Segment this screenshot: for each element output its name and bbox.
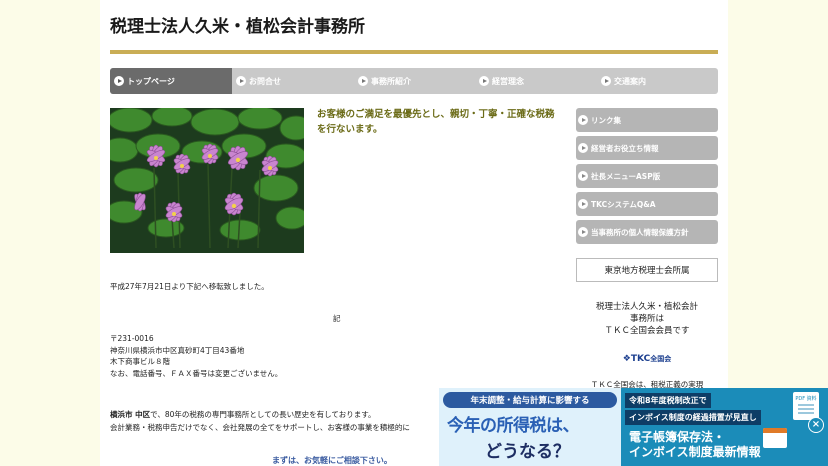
sidebar-item-label: 社長メニューASP版 (591, 171, 661, 181)
intro-line-1: で、80年の税務の専門事務所としての長い歴史を有しております。 (150, 410, 376, 419)
postal-code: 〒231-0016 (110, 334, 154, 343)
ad-right-line-2: インボイス制度の経過措置が見直し (625, 410, 761, 425)
sidebar-item-president-menu[interactable]: 社長メニューASP版 (576, 164, 718, 188)
nav-item-top[interactable]: トップページ (110, 68, 232, 94)
ad-left-headline-1: 今年の所得税は、 (447, 416, 580, 436)
address-line-1: 神奈川県横浜市中区真砂町4丁目43番地 (110, 345, 245, 355)
circle-arrow-right-icon (358, 76, 368, 86)
intro-city: 横浜市 中区 (110, 410, 151, 419)
consult-cta: まずは、お気軽にご相談下さい。 (272, 456, 392, 465)
calendar-icon (763, 428, 787, 448)
ad-invoice-system[interactable]: 令和8年度税制改正で インボイス制度の経過措置が見直し 電子帳簿保存法・ インボ… (621, 388, 828, 466)
tkc-member-text: 税理士法人久米・植松会計 事務所は ＴＫＣ全国会会員です (576, 301, 718, 337)
nav-item-contact[interactable]: お問合せ (232, 68, 354, 94)
nav-label: お問合せ (249, 76, 281, 86)
sidebar-item-privacy-policy[interactable]: 当事務所の個人情報保護方針 (576, 220, 718, 244)
sidebar-item-useful-info[interactable]: 経営者お役立ち情報 (576, 136, 718, 160)
document-icon: PDF 資料 (793, 392, 819, 420)
member-line-2: 事務所は (629, 314, 664, 324)
tkc-logo-sub: 全国会 (650, 355, 672, 363)
circle-arrow-right-icon (578, 227, 588, 237)
sidebar-item-label: リンク集 (591, 115, 621, 125)
nav-item-philosophy[interactable]: 経営理念 (475, 68, 597, 94)
ad-right-headline-2: インボイス制度最新情報 (629, 445, 761, 459)
circle-arrow-right-icon (578, 115, 588, 125)
ad-banner[interactable]: 年末調整・給与計算に影響する 今年の所得税は、 どうなる？ 令和8年度税制改正で… (439, 388, 828, 466)
circle-arrow-right-icon (578, 199, 588, 209)
sidebar-item-label: 経営者お役立ち情報 (591, 143, 659, 153)
circle-arrow-right-icon (601, 76, 611, 86)
title-divider (110, 50, 718, 54)
ad-right-headline-1: 電子帳簿保存法・ (629, 430, 726, 444)
intro-line-2: 会計業務・税務申告だけでなく、会社発展の全てをサポートし、お客様の事業を積極的に (110, 422, 410, 432)
circle-arrow-right-icon (236, 76, 246, 86)
nav-label: 経営理念 (492, 76, 524, 86)
nav-label: 交通案内 (614, 76, 646, 86)
close-icon[interactable]: × (808, 417, 824, 433)
nav-label: 事務所紹介 (371, 76, 411, 86)
site-title[interactable]: 税理士法人久米・植松会計事務所 (110, 12, 365, 37)
circle-arrow-right-icon (578, 143, 588, 153)
sidebar-nav: リンク集 経営者お役立ち情報 社長メニューASP版 TKCシステムQ&A 当事務… (576, 108, 718, 248)
member-line-1: 税理士法人久米・植松会計 (595, 302, 698, 312)
sidebar-item-tkc-qa[interactable]: TKCシステムQ&A (576, 192, 718, 216)
ki-mark: 記 (333, 314, 341, 323)
ad-income-tax[interactable]: 年末調整・給与計算に影響する 今年の所得税は、 どうなる？ (439, 388, 621, 466)
ad-right-line-1: 令和8年度税制改正で (625, 393, 711, 408)
sidebar-item-label: TKCシステムQ&A (591, 199, 656, 209)
tkc-mark-icon: ❖ (622, 354, 631, 364)
circle-arrow-right-icon (479, 76, 489, 86)
water-lily-illustration (110, 108, 304, 253)
nav-label: トップページ (127, 76, 175, 86)
member-line-3: ＴＫＣ全国会会員です (604, 326, 690, 336)
tkc-logo-text: TKC (630, 354, 651, 364)
address-line-2: 木下商事ビル８階 (110, 357, 170, 366)
sidebar-item-links[interactable]: リンク集 (576, 108, 718, 132)
global-nav: トップページ お問合せ 事務所紹介 経営理念 交通案内 (110, 68, 718, 94)
nav-item-office[interactable]: 事務所紹介 (354, 68, 475, 94)
phone-fax-note: なお、電話番号、ＦＡＸ番号は変更ございません。 (110, 368, 283, 378)
tax-association-link[interactable]: 東京地方税理士会所属 (576, 258, 718, 282)
ad-left-headline-2: どうなる？ (485, 442, 570, 462)
nav-item-access[interactable]: 交通案内 (597, 68, 718, 94)
water-lily-photo (110, 108, 304, 253)
ad-left-banner: 年末調整・給与計算に影響する (443, 392, 617, 408)
lead-message: お客様のご満足を最優先とし、親切・丁寧・正確な税務を行ないます。 (317, 109, 555, 135)
office-address: 〒231-0016 神奈川県横浜市中区真砂町4丁目43番地 木下商事ビル８階 な… (110, 333, 282, 379)
circle-arrow-right-icon (578, 171, 588, 181)
ad-right-headline: 電子帳簿保存法・ インボイス制度最新情報 (629, 430, 761, 460)
relocation-notice: 平成27年7月21日より下記へ移転致しました。 (110, 282, 269, 291)
tkc-logo[interactable]: ❖TKC全国会 (576, 354, 718, 364)
circle-arrow-right-icon (114, 76, 124, 86)
sidebar-item-label: 当事務所の個人情報保護方針 (591, 227, 689, 237)
office-intro: 横浜市 中区で、80年の税務の専門事務所としての長い歴史を有しております。 会計… (110, 409, 410, 434)
